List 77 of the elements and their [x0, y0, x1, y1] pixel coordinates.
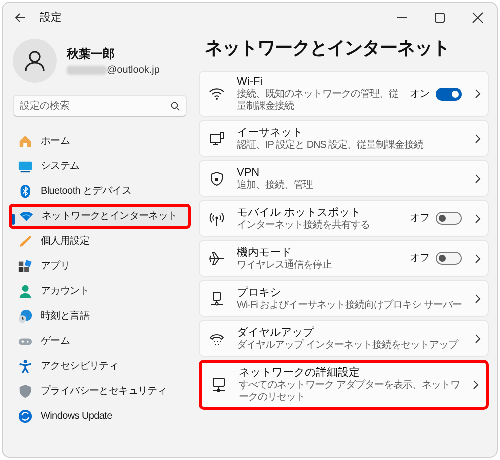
- sidebar-item[interactable]: アプリ: [9, 254, 191, 279]
- chevron-icon: [474, 254, 482, 264]
- setting-description: 接続、既知のネットワークの管理、従量制課金接続: [237, 89, 400, 113]
- toggle-label: オフ: [410, 212, 430, 226]
- antenna-icon: [209, 210, 225, 226]
- window-title: 設定: [40, 10, 62, 26]
- shield-icon: [209, 170, 225, 186]
- airplane-icon: [209, 250, 225, 266]
- toggle-label: オフ: [410, 252, 430, 266]
- toggle-switch[interactable]: [436, 212, 462, 225]
- apps-icon: [18, 259, 33, 274]
- settings-row[interactable]: Wi-Fi 接続、既知のネットワークの管理、従量制課金接続 オン: [199, 71, 489, 117]
- settings-row[interactable]: 機内モード ワイヤレス通信を停止 オフ: [199, 240, 489, 277]
- setting-title: 機内モード: [237, 246, 293, 260]
- setting-title: イーサネット: [237, 126, 304, 140]
- setting-description: すべてのネットワーク アダプターを表示、ネットワークのリセット: [239, 380, 460, 404]
- settings-row[interactable]: モバイル ホットスポット インターネット接続を共有する オフ: [199, 200, 489, 237]
- toggle-switch[interactable]: [436, 252, 462, 265]
- setting-description: インターネット接続を共有する: [237, 220, 371, 232]
- sidebar-item[interactable]: 個人用設定: [9, 229, 191, 254]
- pen-icon: [18, 234, 33, 249]
- page-title: ネットワークとインターネット: [205, 37, 451, 60]
- blurred-text: [67, 66, 107, 74]
- sidebar-item[interactable]: システム: [9, 154, 191, 179]
- avatar: [13, 39, 57, 83]
- setting-description: ワイヤレス通信を停止: [237, 260, 334, 272]
- chevron-icon: [474, 294, 482, 304]
- monitor-icon: [209, 130, 225, 146]
- settings-row[interactable]: ネットワークの詳細設定 すべてのネットワーク アダプターを表示、ネットワークのリセット: [199, 360, 489, 410]
- setting-description: ダイヤルアップ インターネット接続をセットアップ: [237, 340, 460, 352]
- sidebar-item[interactable]: アクセシビリティ: [9, 354, 191, 379]
- user-email: @outlook.jp: [107, 64, 160, 78]
- setting-title: VPN: [237, 166, 261, 180]
- setting-description: 追加、接続、管理: [237, 180, 314, 192]
- shield-icon: [18, 384, 33, 399]
- accessibility-icon: [18, 359, 33, 374]
- settings-row[interactable]: ダイヤルアップ ダイヤルアップ インターネット接続をセットアップ: [199, 320, 489, 357]
- setting-title: ダイヤルアップ: [237, 326, 316, 340]
- settings-row[interactable]: VPN 追加、接続、管理: [199, 160, 489, 197]
- globe-clock-icon: [18, 309, 33, 324]
- wifi-icon: [209, 86, 225, 102]
- chevron-icon: [474, 89, 482, 99]
- wifi-icon: [19, 209, 34, 224]
- sidebar-item[interactable]: Bluetooth とデバイス: [9, 179, 191, 204]
- setting-title: ネットワークの詳細設定: [239, 366, 361, 380]
- monitor-icon: [18, 159, 33, 174]
- chevron-icon: [474, 174, 482, 184]
- person-icon: [18, 284, 33, 299]
- search-icon[interactable]: [171, 102, 180, 111]
- bluetooth-icon: [18, 184, 33, 199]
- toggle-label: オン: [410, 88, 430, 102]
- chevron-icon: [474, 334, 482, 344]
- proxy-icon: [209, 290, 225, 306]
- setting-description: 認証、IP 設定と DNS 設定、従量制課金接続: [237, 140, 425, 152]
- user-name: 秋葉一郎: [67, 46, 116, 62]
- toggle-switch[interactable]: [436, 88, 462, 100]
- sync-icon: [18, 409, 33, 424]
- sidebar-item[interactable]: ネットワークとインターネット: [9, 204, 191, 229]
- sidebar-item[interactable]: ゲーム: [9, 329, 191, 354]
- chevron-icon: [472, 380, 480, 390]
- sidebar-item[interactable]: 時刻と言語: [9, 304, 191, 329]
- search-field[interactable]: 設定の検索: [13, 95, 187, 117]
- settings-row[interactable]: イーサネット 認証、IP 設定と DNS 設定、従量制課金接続: [199, 120, 489, 157]
- setting-title: モバイル ホットスポット: [237, 206, 362, 220]
- chevron-icon: [474, 134, 482, 144]
- sidebar-item[interactable]: プライバシーとセキュリティ: [9, 379, 191, 404]
- setting-title: プロキシ: [237, 286, 282, 300]
- setting-description: Wi-Fi およびイーサネット接続向けプロキシ サーバー: [237, 300, 462, 312]
- sidebar-item[interactable]: Windows Update: [9, 404, 191, 429]
- sidebar-item[interactable]: ホーム: [9, 129, 191, 154]
- settings-row[interactable]: プロキシ Wi-Fi およびイーサネット接続向けプロキシ サーバー: [199, 280, 489, 317]
- setting-title: Wi-Fi: [237, 75, 264, 88]
- network-icon: [211, 377, 227, 393]
- sidebar-item[interactable]: アカウント: [9, 279, 191, 304]
- back-icon[interactable]: [15, 13, 26, 23]
- home-icon: [18, 134, 33, 149]
- chevron-icon: [474, 214, 482, 224]
